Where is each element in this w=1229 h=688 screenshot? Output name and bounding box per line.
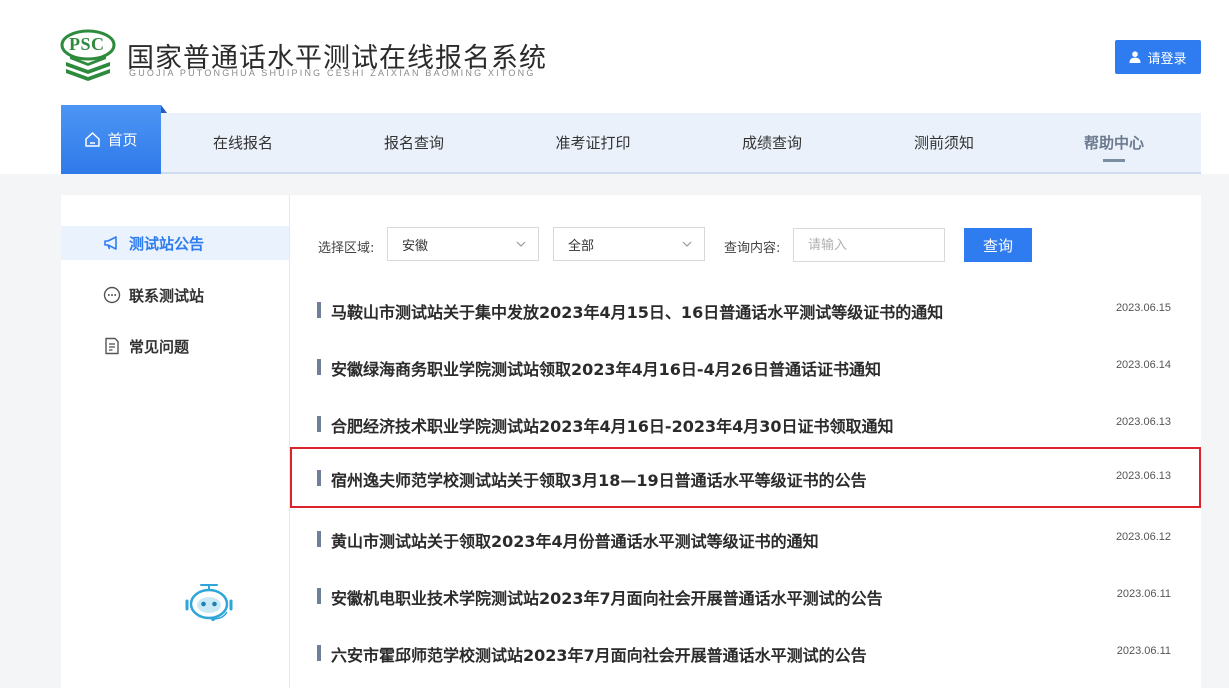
notice-date: 2023.06.13 <box>1115 470 1171 482</box>
notice-bullet <box>317 416 321 432</box>
sidebar-item-label: 联系测试站 <box>129 286 205 305</box>
notice-bullet <box>317 645 321 661</box>
user-icon <box>1129 51 1141 63</box>
nav-online-registration[interactable]: 在线报名 <box>183 113 303 172</box>
notice-item[interactable]: 安徽机电职业技术学院测试站2023年7月面向社会开展普通话水平测试的公告 202… <box>290 565 1201 626</box>
notice-bullet <box>317 302 321 318</box>
logo-text: PSC <box>69 34 105 54</box>
region-select[interactable]: 安徽 <box>387 227 539 261</box>
notice-date: 2023.06.11 <box>1116 588 1171 600</box>
sidebar-item-station-notices[interactable]: 测试站公告 <box>61 226 289 260</box>
notice-bullet <box>317 531 321 547</box>
notice-item[interactable]: 马鞍山市测试站关于集中发放2023年4月15日、16日普通话水平测试等级证书的通… <box>290 279 1201 340</box>
sidebar: 测试站公告 联系测试站 常见问题 <box>61 195 290 688</box>
notice-title: 安徽绿海商务职业学院测试站领取2023年4月16日-4月26日普通话证书通知 <box>331 360 881 379</box>
nav-help-center[interactable]: 帮助中心 <box>1054 113 1174 172</box>
notice-title: 合肥经济技术职业学院测试站2023年4月16日-2023年4月30日证书领取通知 <box>331 417 894 436</box>
search-button[interactable]: 查询 <box>964 228 1032 262</box>
sub-region-select[interactable]: 全部 <box>553 227 705 261</box>
notice-item[interactable]: 六安市霍邱师范学校测试站2023年7月面向社会开展普通话水平测试的公告 2023… <box>290 622 1201 683</box>
document-icon <box>105 337 119 355</box>
notice-title: 宿州逸夫师范学校测试站关于领取3月18—19日普通话水平等级证书的公告 <box>331 471 867 490</box>
notice-item[interactable]: 黄山市测试站关于领取2023年4月份普通话水平测试等级证书的通知 2023.06… <box>290 508 1201 569</box>
nav-registration-query[interactable]: 报名查询 <box>354 113 474 172</box>
notice-title: 马鞍山市测试站关于集中发放2023年4月15日、16日普通话水平测试等级证书的通… <box>331 303 944 322</box>
query-label: 查询内容: <box>724 241 781 256</box>
notice-date: 2023.06.11 <box>1116 645 1171 657</box>
notice-item-highlighted[interactable]: 宿州逸夫师范学校测试站关于领取3月18—19日普通话水平等级证书的公告 2023… <box>290 447 1201 508</box>
chat-bubble-icon <box>103 286 121 304</box>
notice-item[interactable]: 安徽绿海商务职业学院测试站领取2023年4月16日-4月26日普通话证书通知 2… <box>290 336 1201 397</box>
home-icon <box>85 132 101 147</box>
nav-home[interactable]: 首页 <box>61 105 167 174</box>
notice-item[interactable]: 合肥经济技术职业学院测试站2023年4月16日-2023年4月30日证书领取通知… <box>290 393 1201 454</box>
notice-title: 安徽机电职业技术学院测试站2023年7月面向社会开展普通话水平测试的公告 <box>331 589 883 608</box>
notice-bullet <box>317 470 321 486</box>
chevron-down-icon <box>682 241 692 247</box>
notice-title: 六安市霍邱师范学校测试站2023年7月面向社会开展普通话水平测试的公告 <box>331 646 867 665</box>
login-button[interactable]: 请登录 <box>1115 40 1201 74</box>
megaphone-icon <box>104 236 117 250</box>
notice-bullet <box>317 588 321 604</box>
region-select-value: 安徽 <box>402 238 429 254</box>
query-input[interactable] <box>793 228 945 262</box>
region-label: 选择区域: <box>318 241 375 256</box>
sidebar-item-label: 测试站公告 <box>129 234 205 253</box>
nav-admission-ticket-print[interactable]: 准考证打印 <box>533 113 653 172</box>
notice-date: 2023.06.12 <box>1115 531 1171 543</box>
notice-date: 2023.06.14 <box>1115 359 1171 371</box>
sub-region-select-value: 全部 <box>568 238 595 254</box>
chevron-down-icon <box>516 241 526 247</box>
nav-home-label: 首页 <box>107 131 138 149</box>
nav-pre-test-notice[interactable]: 测前须知 <box>884 113 1004 172</box>
customer-service-robot-icon[interactable] <box>183 582 235 622</box>
main-nav: 首页 在线报名 报名查询 准考证打印 成绩查询 测前须知 帮助中心 <box>61 105 1201 174</box>
notice-date: 2023.06.15 <box>1115 302 1171 314</box>
login-label: 请登录 <box>1147 51 1187 67</box>
sidebar-item-label: 常见问题 <box>129 337 190 356</box>
notice-date: 2023.06.13 <box>1115 416 1171 428</box>
site-subtitle: GUOJIA PUTONGHUA SHUIPING CESHI ZAIXIAN … <box>129 68 536 78</box>
nav-score-query[interactable]: 成绩查询 <box>712 113 832 172</box>
sidebar-item-faq[interactable]: 常见问题 <box>61 329 289 363</box>
notice-title: 黄山市测试站关于领取2023年4月份普通话水平测试等级证书的通知 <box>331 532 819 551</box>
notice-bullet <box>317 359 321 375</box>
sidebar-item-contact-station[interactable]: 联系测试站 <box>61 278 289 312</box>
